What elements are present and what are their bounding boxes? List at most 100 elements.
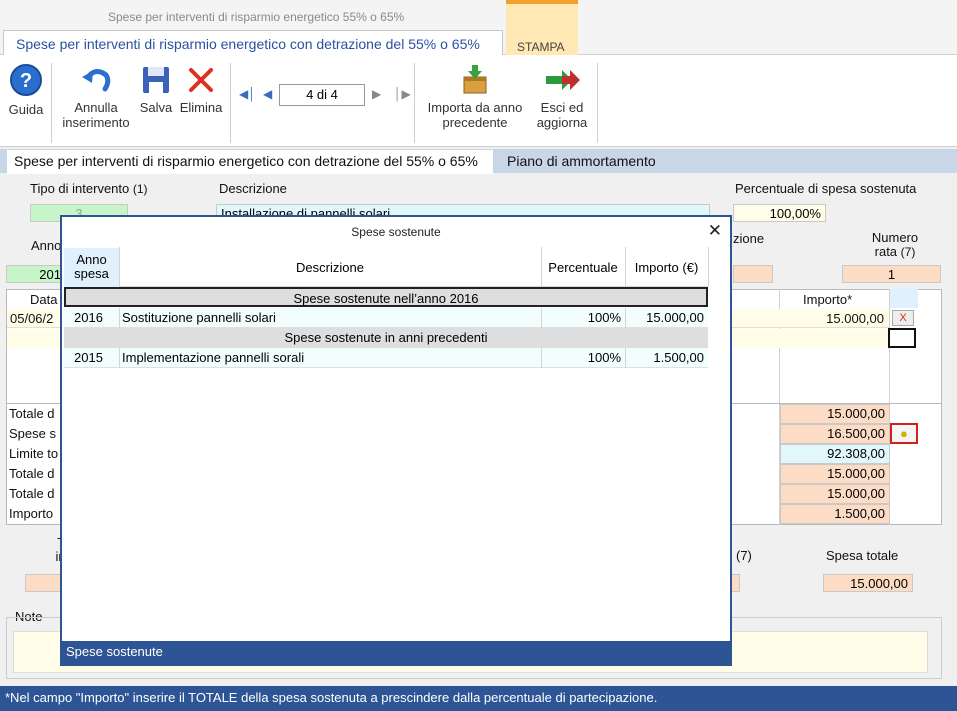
totale-value-2: 16.500,00 <box>780 424 890 444</box>
detail-icon: ● <box>900 426 908 441</box>
importa-label-2: precedente <box>442 115 508 130</box>
col-divider <box>708 247 709 287</box>
footer-note: *Nel campo "Importo" inserire il TOTALE … <box>0 686 957 711</box>
col-divider <box>119 348 120 368</box>
undo-icon <box>82 69 111 92</box>
table-row[interactable]: 2016 Sostituzione pannelli solari 100% 1… <box>64 308 708 328</box>
percentuale-spesa-label: Percentuale di spesa sostenuta <box>735 181 917 196</box>
tipo-intervento-label: Tipo di intervento (1) <box>30 181 148 196</box>
spese-detail-button[interactable]: ● <box>890 423 918 444</box>
importa-label-1: Importa da anno <box>427 100 523 115</box>
save-icon <box>143 67 169 93</box>
totale-label-2: Spese s <box>9 426 56 441</box>
col-divider <box>119 247 120 287</box>
col-divider <box>625 348 626 368</box>
col-descrizione-header: Descrizione <box>296 260 364 275</box>
tab-stampa[interactable]: STAMPA <box>506 0 578 55</box>
spesa-totale-label: Spesa totale <box>826 548 899 563</box>
close-icon[interactable]: ✕ <box>708 221 722 241</box>
anno-label: Anno <box>31 238 62 253</box>
delete-row-button[interactable]: X <box>892 310 914 326</box>
last-record-icon[interactable]: │▶ <box>394 87 411 101</box>
totale-label-5: Totale d <box>9 486 55 501</box>
guida-label: Guida <box>8 102 44 117</box>
group-header-precedenti: Spese sostenute in anni precedenti <box>64 328 708 348</box>
esci-label-2: aggiorna <box>536 115 588 130</box>
row1-descrizione: Sostituzione pannelli solari <box>122 310 276 325</box>
totale-value-5: 15.000,00 <box>780 484 890 504</box>
importa-anno-precedente-button[interactable]: Importa da anno precedente <box>420 63 530 130</box>
totale-label-1: Totale d <box>9 406 55 421</box>
grid-action-header <box>890 289 918 308</box>
table-row[interactable]: 2015 Implementazione pannelli sorali 100… <box>64 348 708 368</box>
elimina-button[interactable]: Elimina <box>177 63 225 115</box>
totale-label-4: Totale d <box>9 466 55 481</box>
col-divider <box>541 308 542 328</box>
spesa-totale-field: 15.000,00 <box>823 574 913 592</box>
tipo-lower-field[interactable] <box>25 574 65 592</box>
salva-label: Salva <box>139 100 173 115</box>
grid-data-header: Data <box>30 292 58 307</box>
tab-main[interactable]: Spese per interventi di risparmio energe… <box>3 30 503 56</box>
col-divider <box>625 308 626 328</box>
hidden-peach-field[interactable] <box>733 265 773 283</box>
window-titlebar: Spese per interventi di risparmio energe… <box>0 0 957 30</box>
seven-label: (7) <box>736 548 752 563</box>
col-anno-header: Anno spesa <box>74 252 109 281</box>
tab-piano-ammortamento[interactable]: Piano di ammortamento <box>507 153 656 169</box>
col-percentuale-header: Percentuale <box>548 260 618 275</box>
delete-icon <box>189 68 213 92</box>
new-row-cell[interactable] <box>888 328 916 348</box>
dialog-title: Spese sostenute <box>351 225 441 239</box>
totale-value-6: 1.500,00 <box>780 504 890 524</box>
row2-percentuale: 100% <box>587 350 621 365</box>
dialog-footer: Spese sostenute <box>62 641 730 664</box>
percentuale-spesa-field[interactable]: 100,00% <box>733 204 826 222</box>
totale-value-4: 15.000,00 <box>780 464 890 484</box>
help-icon: ? <box>10 64 42 96</box>
descrizione-label: Descrizione <box>219 181 287 196</box>
guida-button[interactable]: ? Guida <box>6 63 46 117</box>
row1-anno: 2016 <box>74 310 103 325</box>
row2-importo: 1.500,00 <box>653 350 704 365</box>
annulla-label-1: Annulla <box>74 100 118 115</box>
annulla-label-2: inserimento <box>62 115 130 130</box>
svg-text:?: ? <box>20 70 32 92</box>
numero-rata-field[interactable]: 1 <box>842 265 941 283</box>
grid-importo-header: Importo* <box>803 292 853 307</box>
totale-label-3: Limite to <box>9 446 59 461</box>
tab-spese-interventi[interactable]: Spese per interventi di risparmio energe… <box>7 150 493 174</box>
col-importo-header: Importo (€) <box>634 260 699 275</box>
tab-stampa-label: STAMPA <box>517 40 565 54</box>
totale-value-1: 15.000,00 <box>780 404 890 424</box>
esci-label-1: Esci ed <box>540 100 584 115</box>
salva-button[interactable]: Salva <box>137 63 175 115</box>
window-title: Spese per interventi di risparmio energe… <box>108 10 405 24</box>
row1-importo: 15.000,00 <box>646 310 704 325</box>
first-record-icon[interactable]: ◀│ <box>239 87 256 101</box>
grid-row-date: 05/06/2 <box>10 311 54 326</box>
annulla-inserimento-button[interactable]: Annulla inserimento <box>56 63 136 130</box>
numero-rata-label: Numero rata (7) <box>871 230 919 260</box>
col-divider <box>541 247 542 287</box>
anno-field[interactable]: 201 <box>6 265 66 283</box>
elimina-label: Elimina <box>179 100 223 115</box>
row2-descrizione: Implementazione pannelli sorali <box>122 350 305 365</box>
next-record-icon[interactable]: ▶ <box>372 87 381 101</box>
import-icon <box>463 65 487 94</box>
group-header-2016: Spese sostenute nell’anno 2016 <box>64 287 708 307</box>
row2-anno: 2015 <box>74 350 103 365</box>
totale-value-3: 92.308,00 <box>780 444 890 464</box>
exit-update-icon <box>546 70 580 90</box>
col-divider <box>625 247 626 287</box>
record-navigator[interactable]: 4 di 4 <box>279 84 365 106</box>
grid-row-importo: 15.000,00 <box>826 311 884 326</box>
ribbon-toolbar: ? Guida Annulla inserimento Salva Elimin… <box>0 55 957 147</box>
prev-record-icon[interactable]: ◀ <box>263 87 272 101</box>
col-divider <box>119 308 120 328</box>
spese-sostenute-dialog: Spese sostenute ✕ Anno spesa Descrizione … <box>60 215 732 666</box>
esci-aggiorna-button[interactable]: Esci ed aggiorna <box>532 63 592 130</box>
row1-percentuale: 100% <box>587 310 621 325</box>
col-divider <box>541 348 542 368</box>
zione-label: zione <box>733 231 765 246</box>
